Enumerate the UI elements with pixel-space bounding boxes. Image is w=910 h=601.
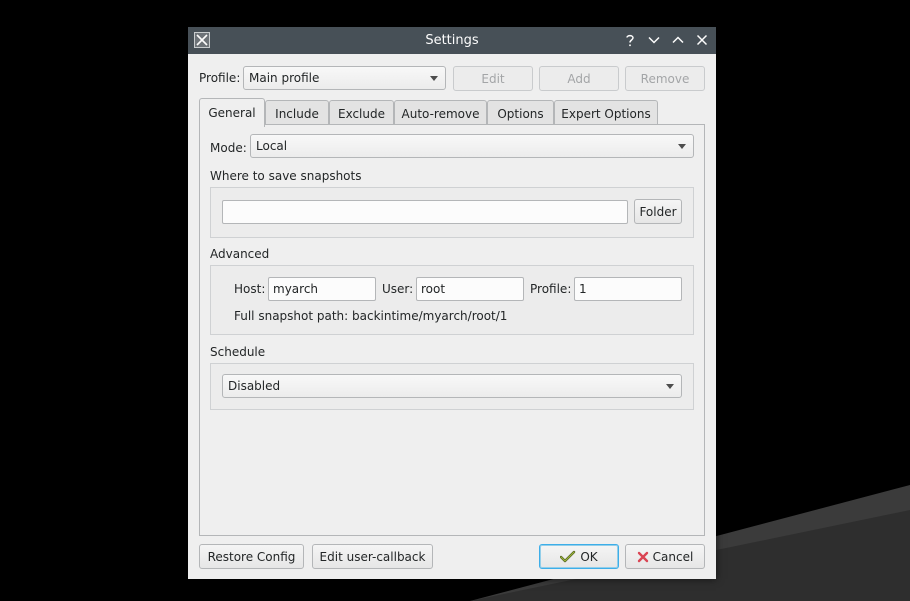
tab-expert-options[interactable]: Expert Options [554, 100, 658, 126]
profile-select[interactable]: Main profile [243, 66, 446, 90]
chevron-down-icon [430, 76, 438, 81]
tab-general[interactable]: General [199, 98, 265, 127]
title-bar[interactable]: Settings [188, 27, 716, 54]
cancel-icon [637, 551, 648, 562]
settings-dialog: Settings Profile: Main profile Edit Add … [188, 27, 716, 579]
advanced-group: Host: myarch User: root Profile: 1 Full … [210, 265, 694, 335]
where-to-save-label: Where to save snapshots [210, 169, 362, 183]
snapshot-folder-input[interactable] [222, 200, 628, 224]
ok-icon [560, 550, 576, 562]
add-profile-button[interactable]: Add [539, 66, 619, 91]
profile-label: Profile: [199, 71, 241, 85]
maximize-icon[interactable] [670, 32, 686, 48]
host-label: Host: [234, 282, 266, 296]
help-icon[interactable] [622, 32, 638, 48]
schedule-select-value: Disabled [228, 379, 281, 393]
host-input[interactable]: myarch [268, 277, 376, 301]
user-label: User: [382, 282, 414, 296]
schedule-group: Disabled [210, 363, 694, 410]
profile-id-input[interactable]: 1 [574, 277, 682, 301]
cancel-button[interactable]: Cancel [625, 544, 705, 569]
profile-id-label: Profile: [530, 282, 572, 296]
profile-select-value: Main profile [249, 71, 320, 85]
tab-exclude[interactable]: Exclude [329, 100, 394, 126]
mode-label: Mode: [210, 141, 247, 155]
schedule-label: Schedule [210, 345, 266, 359]
mode-select[interactable]: Local [250, 134, 694, 158]
restore-config-button[interactable]: Restore Config [199, 544, 304, 569]
mode-select-value: Local [256, 139, 288, 153]
chevron-down-icon [666, 384, 674, 389]
edit-profile-button[interactable]: Edit [453, 66, 533, 91]
edit-user-callback-button[interactable]: Edit user-callback [312, 544, 433, 569]
chevron-down-icon [678, 144, 686, 149]
tab-auto-remove[interactable]: Auto-remove [394, 100, 487, 126]
folder-button[interactable]: Folder [634, 199, 682, 224]
full-snapshot-path: Full snapshot path: backintime/myarch/ro… [234, 309, 508, 323]
tab-options[interactable]: Options [487, 100, 554, 126]
remove-profile-button[interactable]: Remove [625, 66, 705, 91]
schedule-select[interactable]: Disabled [222, 374, 682, 398]
user-input[interactable]: root [416, 277, 524, 301]
tab-include[interactable]: Include [265, 100, 329, 126]
ok-button[interactable]: OK [539, 544, 619, 569]
close-icon[interactable] [694, 32, 710, 48]
general-tab-panel: Mode: Local Where to save snapshots Fold… [199, 124, 705, 536]
advanced-label: Advanced [210, 247, 270, 261]
minimize-icon[interactable] [646, 32, 662, 48]
snapshot-location-group: Folder [210, 187, 694, 238]
